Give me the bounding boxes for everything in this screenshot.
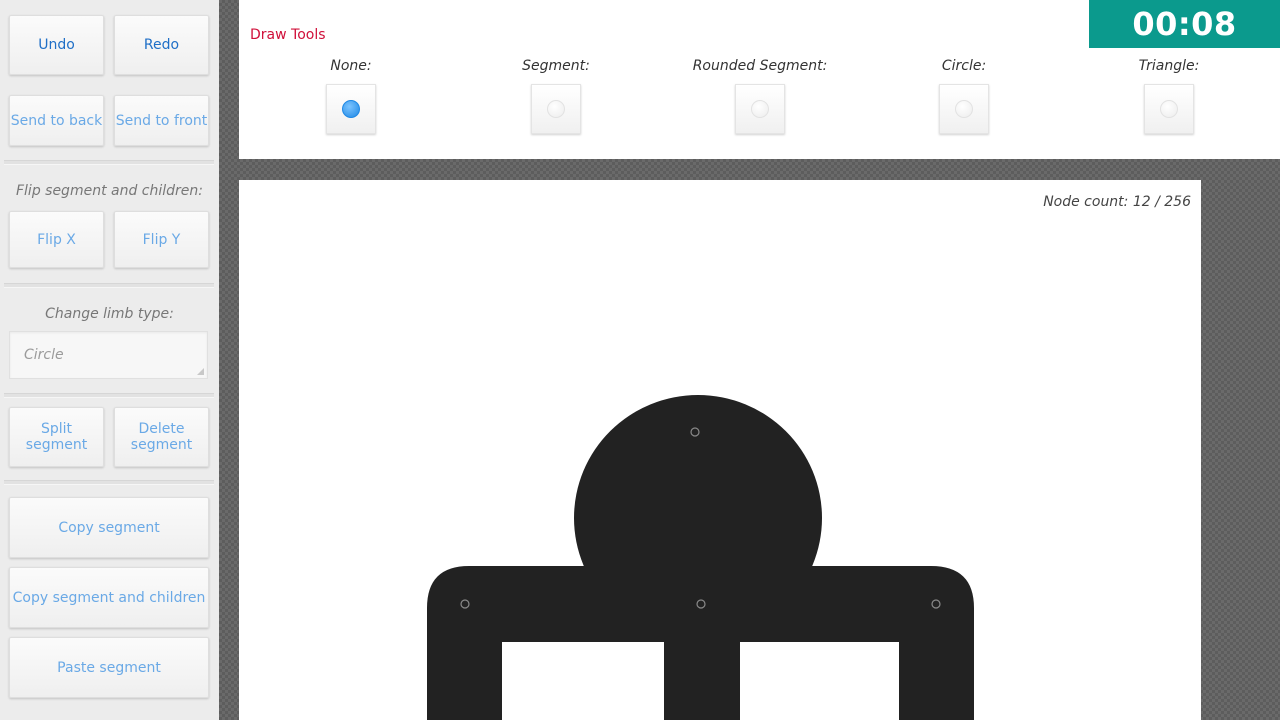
tool-triangle-radio[interactable] (1144, 84, 1194, 134)
send-to-front-button[interactable]: Send to front (114, 95, 209, 146)
timer: 00:08 (1089, 0, 1280, 48)
delete-segment-button[interactable]: Delete segment (114, 407, 209, 467)
paste-segment-button[interactable]: Paste segment (9, 637, 209, 698)
limb-type-select[interactable]: Circle (9, 331, 208, 379)
radio-selected-icon (342, 100, 360, 118)
gap-right (740, 642, 899, 720)
tool-none-radio[interactable] (326, 84, 376, 134)
tool-none: None: (266, 58, 436, 134)
stick-figure[interactable] (239, 180, 1201, 720)
redo-button[interactable]: Redo (114, 15, 209, 75)
tool-segment: Segment: (471, 58, 641, 134)
radio-unselected-icon (547, 100, 565, 118)
torso-segment[interactable] (664, 640, 740, 720)
tool-circle: Circle: (879, 58, 1049, 134)
radio-unselected-icon (1160, 100, 1178, 118)
sidebar-divider (4, 160, 214, 165)
tool-label: Circle: (941, 58, 987, 74)
tool-rounded-segment: Rounded Segment: (675, 58, 845, 134)
tool-triangle: Triangle: (1084, 58, 1254, 134)
undo-button[interactable]: Undo (9, 15, 104, 75)
send-to-back-button[interactable]: Send to back (9, 95, 104, 146)
drawing-canvas[interactable]: Node count: 12 / 256 (239, 180, 1201, 720)
sidebar: Undo Redo Send to back Send to front Fli… (0, 0, 219, 720)
split-segment-button[interactable]: Split segment (9, 407, 104, 467)
tool-label: None: (330, 58, 372, 74)
flip-section-label: Flip segment and children: (15, 183, 203, 199)
sidebar-divider (4, 283, 214, 288)
radio-unselected-icon (751, 100, 769, 118)
limb-type-label: Change limb type: (45, 306, 174, 322)
sidebar-divider (4, 393, 214, 398)
tool-label: Rounded Segment: (692, 58, 828, 74)
copy-segment-button[interactable]: Copy segment (9, 497, 209, 558)
flip-x-button[interactable]: Flip X (9, 211, 104, 268)
resize-grip-icon (197, 368, 204, 375)
gap-left (502, 642, 664, 720)
sidebar-divider (4, 480, 214, 485)
limb-type-value: Circle (24, 347, 64, 363)
tool-segment-radio[interactable] (531, 84, 581, 134)
tool-circle-radio[interactable] (939, 84, 989, 134)
draw-tools-title: Draw Tools (250, 27, 326, 43)
flip-y-button[interactable]: Flip Y (114, 211, 209, 268)
copy-segment-and-children-button[interactable]: Copy segment and children (9, 567, 209, 628)
tool-rounded-segment-radio[interactable] (735, 84, 785, 134)
tool-label: Segment: (522, 58, 590, 74)
tool-label: Triangle: (1138, 58, 1200, 74)
radio-unselected-icon (955, 100, 973, 118)
